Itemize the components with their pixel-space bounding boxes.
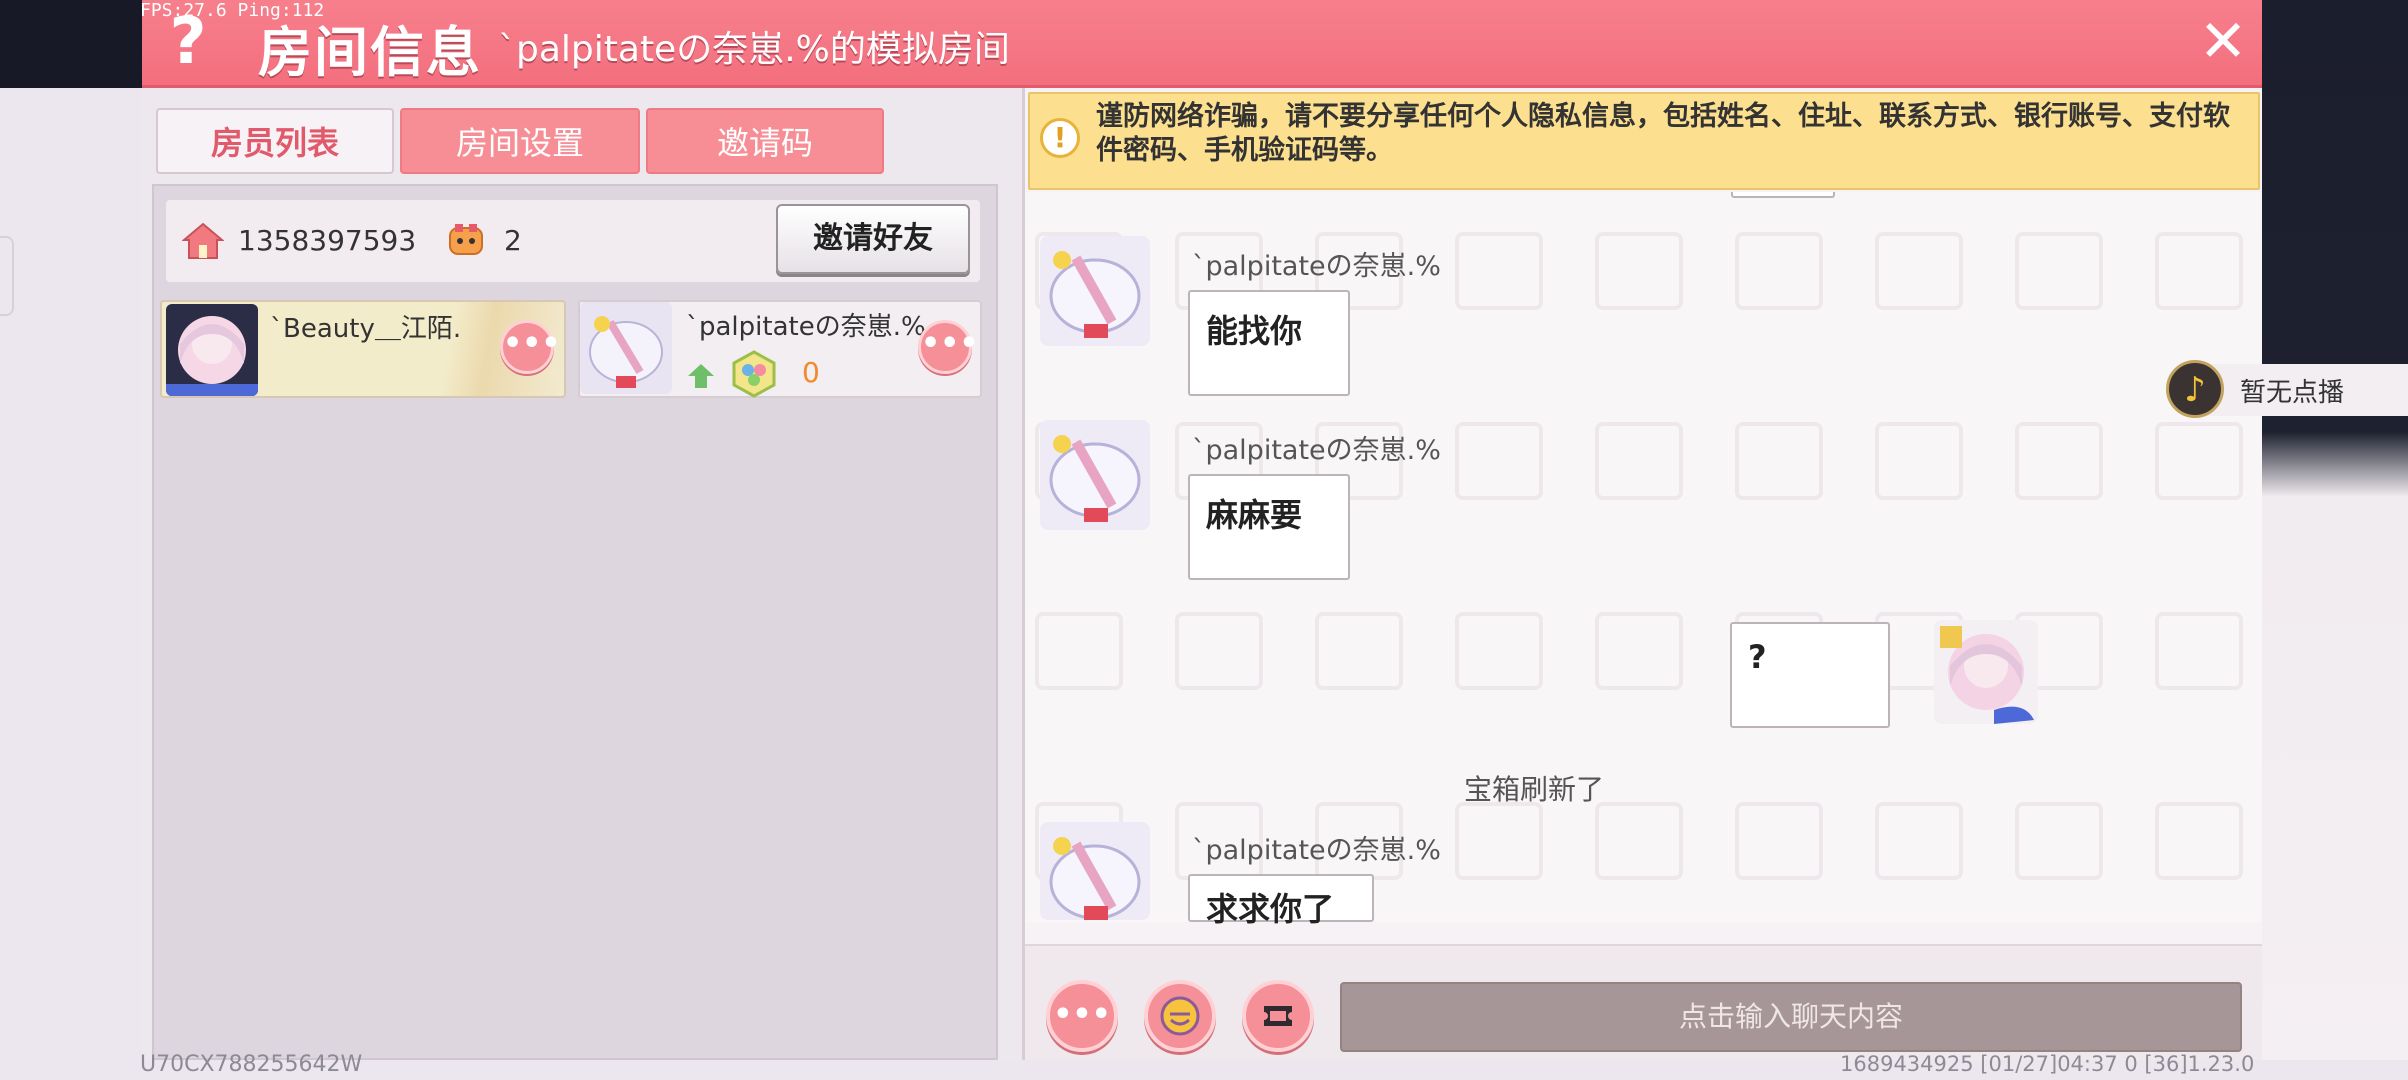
level-up-icon — [686, 362, 716, 390]
tab-member-list[interactable]: 房员列表 — [156, 108, 394, 174]
warning-icon: ! — [1040, 118, 1080, 158]
tv-pattern-icon — [1315, 612, 1403, 690]
tv-pattern-icon — [1875, 802, 1963, 880]
avatar[interactable] — [1934, 620, 2038, 724]
member-more-button[interactable]: ••• — [918, 320, 979, 374]
ticket-icon[interactable] — [1242, 980, 1314, 1052]
fps-ping-readout: FPS:27.6 Ping:112 — [140, 0, 325, 21]
tv-pattern-icon — [1595, 422, 1683, 500]
message-sender: `palpitateの奈崽.% — [1192, 835, 1441, 866]
tab-invite-code[interactable]: 邀请码 — [646, 108, 884, 174]
chat-more-button[interactable]: ••• — [1046, 980, 1118, 1052]
tv-pattern-icon — [2155, 232, 2243, 310]
tv-pattern-icon — [1455, 232, 1543, 310]
warning-text: 谨防网络诈骗，请不要分享任何个人隐私信息，包括姓名、住址、联系方式、银行账号、支… — [1096, 101, 2230, 166]
user-uid: U70CX788255642W — [140, 1052, 363, 1077]
room-id: 1358397593 — [238, 224, 417, 257]
avatar[interactable] — [1040, 822, 1150, 920]
message-sender: `palpitateの奈崽.% — [1192, 435, 1441, 466]
system-message: 宝箱刷新了 — [1464, 773, 1605, 806]
member-name: `palpitateの奈崽.% — [686, 312, 926, 342]
member-score: 0 — [802, 356, 820, 389]
room-name: `palpitateの奈崽.%的模拟房间 — [498, 29, 1010, 70]
avatar[interactable] — [166, 304, 258, 396]
avatar[interactable] — [1040, 236, 1150, 346]
chat-bubble[interactable]: ? — [1730, 622, 1890, 728]
tv-pattern-icon — [2155, 802, 2243, 880]
chat-input[interactable]: 点击输入聊天内容 — [1340, 982, 2242, 1052]
invite-friends-button[interactable]: 邀请好友 — [776, 204, 970, 274]
close-icon[interactable]: ✕ — [2192, 10, 2254, 72]
tv-pattern-icon — [2155, 422, 2243, 500]
tv-pattern-icon — [1595, 232, 1683, 310]
emoji-icon[interactable] — [1144, 980, 1216, 1052]
avatar[interactable] — [580, 302, 672, 394]
players-icon — [446, 222, 486, 258]
now-playing-label: 暂无点播 — [2240, 378, 2345, 408]
message-sender: `palpitateの奈崽.% — [1192, 251, 1441, 282]
tv-pattern-icon — [1595, 612, 1683, 690]
tv-pattern-icon — [1875, 422, 1963, 500]
tv-pattern-icon — [1035, 612, 1123, 690]
badge-icon — [730, 350, 778, 398]
chat-bubble-partial — [1731, 192, 1835, 198]
player-count: 2 — [504, 224, 522, 257]
avatar[interactable] — [1040, 420, 1150, 530]
member-more-button[interactable]: ••• — [500, 320, 561, 374]
tv-pattern-icon — [1455, 612, 1543, 690]
music-note-icon[interactable]: ♪ — [2166, 360, 2224, 418]
chat-bubble[interactable]: 麻麻要 — [1188, 474, 1350, 580]
session-info: 1689434925 [01/27]04:37 0 [36]1.23.0 — [1840, 1052, 2255, 1076]
chat-bubble[interactable]: 求求你了 — [1188, 874, 1374, 928]
member-name: `Beauty＿江陌. — [270, 314, 462, 344]
tv-pattern-icon — [1735, 422, 1823, 500]
tv-pattern-icon — [1595, 802, 1683, 880]
tv-pattern-icon — [1455, 422, 1543, 500]
home-icon — [181, 222, 225, 260]
background-left — [0, 88, 142, 1080]
tv-pattern-icon — [1875, 232, 1963, 310]
tv-pattern-icon — [1735, 232, 1823, 310]
tv-pattern-icon — [2015, 422, 2103, 500]
tab-room-settings[interactable]: 房间设置 — [400, 108, 640, 174]
chat-bubble[interactable]: 能找你 — [1188, 290, 1350, 396]
tv-pattern-icon — [1455, 802, 1543, 880]
tv-pattern-icon — [1735, 802, 1823, 880]
tv-pattern-icon — [1175, 612, 1263, 690]
background-right — [2262, 0, 2408, 1080]
tv-pattern-icon — [2155, 612, 2243, 690]
side-handle[interactable] — [0, 236, 14, 316]
tv-pattern-icon — [2015, 232, 2103, 310]
tv-pattern-icon — [2015, 802, 2103, 880]
